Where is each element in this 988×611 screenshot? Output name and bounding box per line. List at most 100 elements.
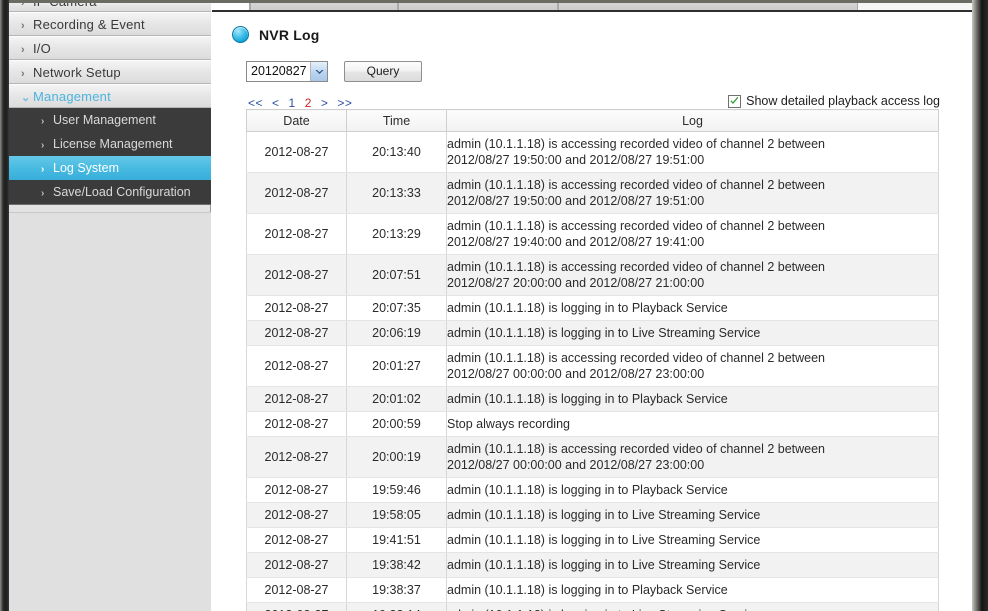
table-row[interactable]: 2012-08-27 20:07:35 admin (10.1.1.18) is l… [246,295,939,321]
sidebar-item-label: Management [33,89,111,104]
cell-log: admin (10.1.1.18) is logging in to Live … [446,602,939,611]
chevron-down-icon[interactable] [310,62,327,81]
table-row[interactable]: 2012-08-27 20:13:33 admin (10.1.1.18) is a… [246,172,939,214]
sidebar-subitem-label: User Management [53,113,156,127]
cell-time: 20:01:02 [346,386,447,412]
log-text-line-1: admin (10.1.1.18) is accessing recorded … [447,219,826,233]
table-row[interactable]: 2012-08-27 20:01:27 admin (10.1.1.18) is a… [246,345,939,387]
window-frame-top-edge [9,0,972,3]
table-row[interactable]: 2012-08-27 19:59:46 admin (10.1.1.18) is l… [246,477,939,503]
cell-date: 2012-08-27 [246,552,347,578]
table-row[interactable]: 2012-08-2719:38:14admin (10.1.1.18) is l… [246,602,939,611]
chevron-right-icon: › [21,44,25,56]
page-title: NVR Log [259,26,320,43]
log-text-line-1: admin (10.1.1.18) is logging in to Playb… [447,301,728,315]
log-text-line-1: admin (10.1.1.18) is logging in to Live … [447,558,761,572]
chevron-right-icon: › [41,116,45,127]
sidebar-item-user-management[interactable]: › User Management [9,108,211,132]
cell-date: 2012-08-27 [246,295,347,321]
pager-first[interactable]: << [248,96,263,110]
pager-page-1[interactable]: 1 [289,96,296,110]
show-detailed-playback-access-log-checkbox[interactable] [728,94,742,108]
query-button[interactable]: Query [344,61,422,82]
log-text-line-1: admin (10.1.1.18) is logging in to Live … [447,607,938,611]
pagination: << <1 2 > >> [248,96,361,110]
sidebar-item-log-system[interactable]: › Log System [9,156,211,180]
cell-time: 20:13:29 [346,213,447,255]
cell-time: 19:58:05 [346,502,447,528]
sidebar: › IP Camera › Recording & Event › I/O › Netw… [9,0,211,611]
log-text-line-2: 2012/08/27 20:00:00 and 2012/08/27 21:00… [447,276,705,290]
sidebar-menu: › IP Camera › Recording & Event › I/O › Netw… [9,0,211,205]
pager-page-2[interactable]: 2 [305,96,312,110]
log-text-line-1: admin (10.1.1.18) is accessing recorded … [447,442,826,456]
cell-log: admin (10.1.1.18) is accessing recorded … [446,345,939,387]
chevron-right-icon: › [21,68,25,80]
chevron-right-icon: › [41,140,45,151]
cell-log: admin (10.1.1.18) is logging in to Live … [446,320,939,346]
column-header-log[interactable]: Log [446,109,939,132]
pager-last[interactable]: >> [337,96,352,110]
cell-date: 2012-08-27 [246,320,347,346]
content-panel: NVR Log 20120827 Query << <1 2 > >> Show det… [212,12,972,611]
sidebar-subitem-label: License Management [53,137,173,151]
cell-log: admin (10.1.1.18) is accessing recorded … [446,213,939,255]
sidebar-item-network-setup[interactable]: › Network Setup [9,60,211,84]
column-header-time[interactable]: Time [346,109,447,132]
log-text-line-1: admin (10.1.1.18) is logging in to Playb… [447,483,728,497]
tab-strip-underline [212,10,972,12]
sidebar-item-recording-event[interactable]: › Recording & Event [9,12,211,36]
log-table-container[interactable]: Date Time Log 2012-08-27 20:13:40 admin (1… [246,109,939,611]
cell-log: admin (10.1.1.18) is logging in to Live … [446,527,939,553]
cell-time: 19:38:14 [346,602,447,611]
cell-log: admin (10.1.1.18) is logging in to Playb… [446,295,939,321]
table-row[interactable]: 2012-08-27 20:13:40 admin (10.1.1.18) is a… [246,131,939,173]
cell-log: admin (10.1.1.18) is logging in to Live … [446,502,939,528]
table-row[interactable]: 2012-08-27 20:00:19 admin (10.1.1.18) is a… [246,436,939,478]
cell-log: admin (10.1.1.18) is accessing recorded … [446,172,939,214]
table-row[interactable]: 2012-08-27 19:41:51 admin (10.1.1.18) is l… [246,527,939,553]
sidebar-filler [9,212,211,611]
cell-date: 2012-08-27 [246,254,347,296]
pager-next[interactable]: > [321,96,329,110]
bullet-circle-icon [232,26,249,43]
cell-log: admin (10.1.1.18) is logging in to Playb… [446,477,939,503]
sidebar-item-license-management[interactable]: › License Management [9,132,211,156]
sidebar-item-io[interactable]: › I/O [9,36,211,60]
sidebar-submenu-management: › User Management › License Management › Lo… [9,108,211,205]
cell-date: 2012-08-27 [246,172,347,214]
date-select[interactable]: 20120827 [246,61,328,82]
sidebar-item-label: I/O [33,41,51,56]
chevron-right-icon: › [41,164,45,175]
table-row[interactable]: 2012-08-27 20:07:51 admin (10.1.1.18) is a… [246,254,939,296]
log-text-line-1: admin (10.1.1.18) is accessing recorded … [447,137,826,151]
sidebar-item-label: Network Setup [33,65,121,80]
column-header-date[interactable]: Date [246,109,347,132]
cell-date: 2012-08-27 [246,602,347,611]
date-select-value: 20120827 [251,64,307,78]
table-row[interactable]: 2012-08-27 20:06:19 admin (10.1.1.18) is l… [246,320,939,346]
table-row[interactable]: 2012-08-27 19:58:05 admin (10.1.1.18) is l… [246,502,939,528]
cell-log: admin (10.1.1.18) is logging in to Playb… [446,386,939,412]
sidebar-item-management[interactable]: ⌄ Management [9,84,211,108]
table-row[interactable]: 2012-08-27 19:38:42 admin (10.1.1.18) is l… [246,552,939,578]
pager-prev[interactable]: < [272,96,280,110]
log-toolbar: 20120827 Query [246,61,422,82]
table-row[interactable]: 2012-08-27 20:00:59 Stop always recording [246,411,939,437]
cell-date: 2012-08-27 [246,502,347,528]
log-text-line-1: admin (10.1.1.18) is logging in to Live … [447,533,761,547]
cell-date: 2012-08-27 [246,345,347,387]
sidebar-item-label: Recording & Event [33,17,145,32]
cell-time: 19:41:51 [346,527,447,553]
table-row[interactable]: 2012-08-27 19:38:37 admin (10.1.1.18) is l… [246,577,939,603]
show-detailed-playback-access-log-row: Show detailed playback access log [728,94,940,108]
table-row[interactable]: 2012-08-27 20:01:02 admin (10.1.1.18) is l… [246,386,939,412]
window-frame-right-edge [972,0,988,611]
chevron-right-icon: › [41,188,45,199]
cell-date: 2012-08-27 [246,386,347,412]
table-row[interactable]: 2012-08-27 20:13:29 admin (10.1.1.18) is a… [246,213,939,255]
cell-date: 2012-08-27 [246,527,347,553]
log-table: Date Time Log 2012-08-27 20:13:40 admin (1… [246,109,939,611]
log-text-line-1: admin (10.1.1.18) is logging in to Playb… [447,392,728,406]
sidebar-item-save-load-configuration[interactable]: › Save/Load Configuration [9,180,211,204]
